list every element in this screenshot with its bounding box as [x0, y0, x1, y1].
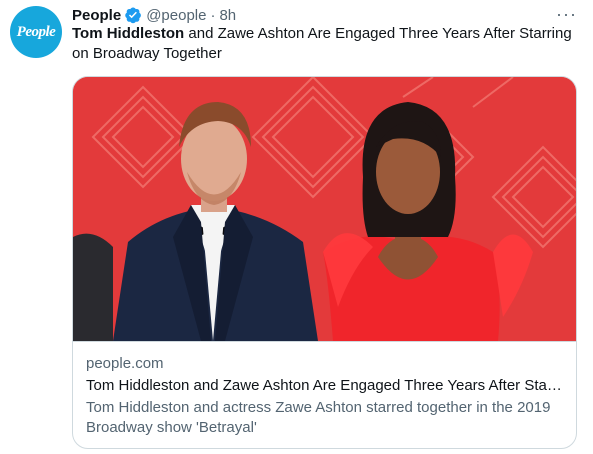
card-domain: people.com	[86, 355, 164, 372]
timestamp[interactable]: 8h	[219, 7, 236, 24]
verified-badge-icon	[124, 6, 142, 24]
card-details[interactable]: people.com Tom Hiddleston and Zawe Ashto…	[73, 341, 576, 448]
avatar-logo-text: People	[16, 23, 56, 40]
card-photo[interactable]	[73, 77, 576, 341]
photo-illustration	[73, 77, 576, 341]
avatar[interactable]: People	[10, 6, 62, 58]
card-description: Tom Hiddleston and actress Zawe Ashton s…	[86, 399, 551, 436]
handle[interactable]: @people	[146, 7, 206, 24]
separator-dot: ·	[210, 6, 216, 24]
tweet-text-bold: Tom Hiddleston	[72, 25, 185, 42]
tweet-header: People @people · 8h	[72, 4, 573, 26]
tweet-text: Tom Hiddleston and Zawe Ashton Are Engag…	[72, 24, 580, 64]
more-icon[interactable]: ···	[556, 4, 577, 25]
card-title: Tom Hiddleston and Zawe Ashton Are Engag…	[86, 377, 563, 394]
link-card[interactable]: people.com Tom Hiddleston and Zawe Ashto…	[72, 76, 577, 449]
display-name[interactable]: People	[72, 7, 121, 24]
